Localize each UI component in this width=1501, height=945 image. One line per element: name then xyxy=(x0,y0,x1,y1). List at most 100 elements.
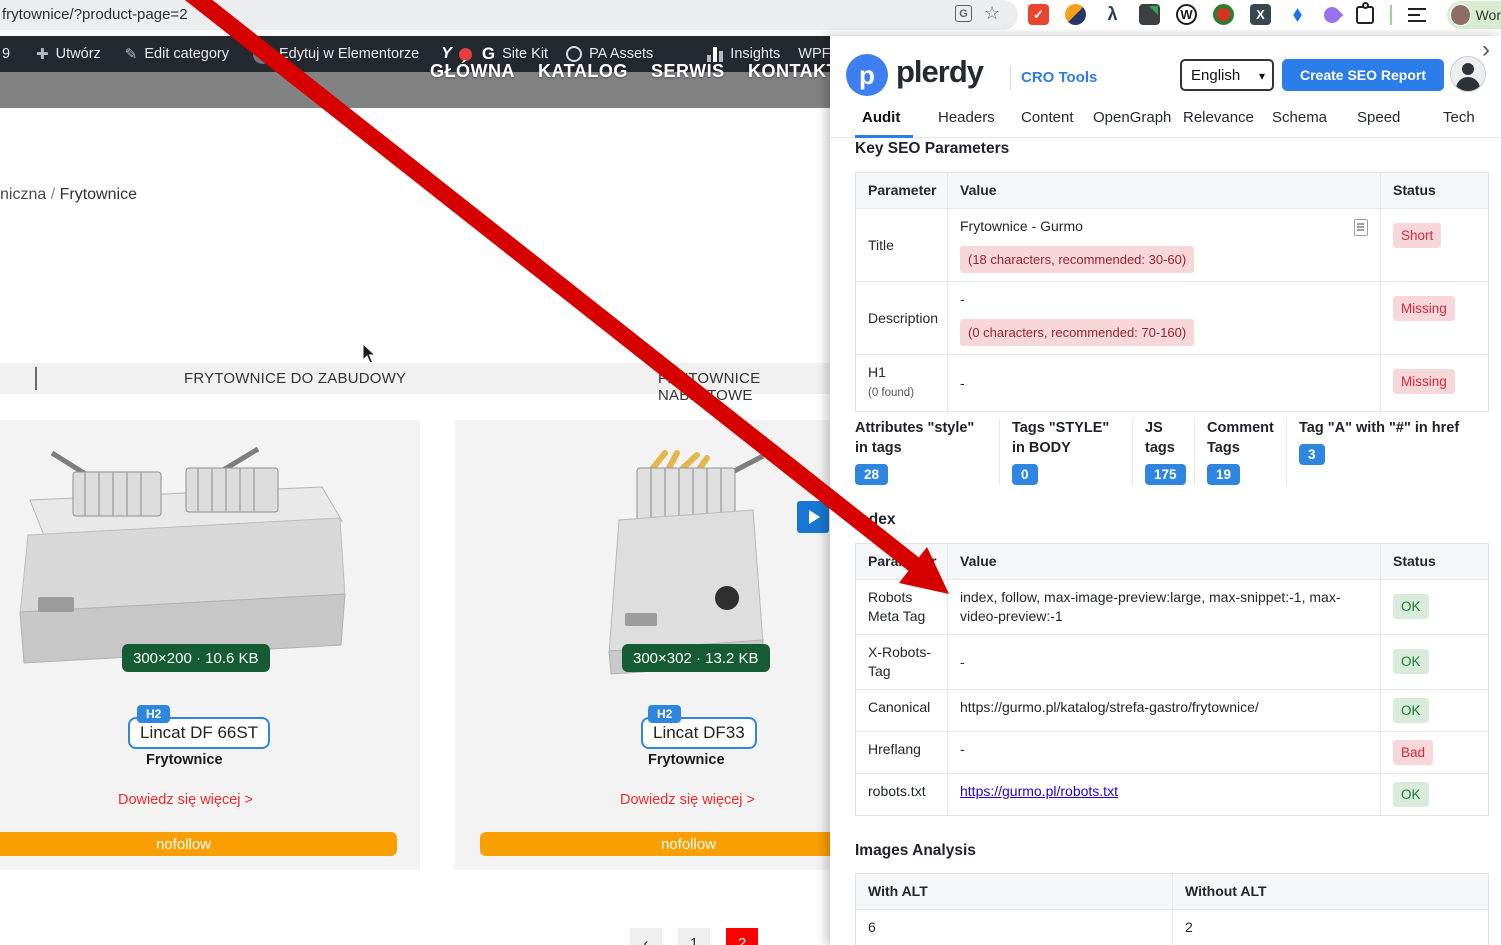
bookmark-star-icon[interactable]: ☆ xyxy=(984,3,1000,24)
address-bar[interactable]: frytownice/?product-page=2 G ☆ xyxy=(0,0,1018,30)
table-row-hreflang: Hreflang - Bad xyxy=(856,731,1488,773)
count-badge: 19 xyxy=(1207,464,1241,485)
table-row-x-robots: X-Robots-Tag - OK xyxy=(856,634,1488,689)
tab-tech[interactable]: Tech xyxy=(1443,109,1475,126)
h2-tag-badge: H2 xyxy=(137,705,171,723)
record-icon[interactable] xyxy=(1213,4,1234,25)
admin-pa-assets[interactable]: PA Assets xyxy=(566,46,653,62)
product-category: Frytownice xyxy=(146,752,223,768)
nav-serwis[interactable]: SERWIS xyxy=(651,61,725,82)
pagination-prev[interactable]: ‹ xyxy=(630,928,662,945)
product-category: Frytownice xyxy=(648,752,725,768)
hreflang-value: - xyxy=(960,741,965,757)
count-badge: 175 xyxy=(1145,464,1186,485)
tab-content[interactable]: Content xyxy=(1021,109,1074,126)
table-header-row: Parameter Value Status xyxy=(856,544,1488,579)
images-analysis-table: With ALT Without ALT 6 2 xyxy=(855,873,1489,945)
admin-insights[interactable]: Insights xyxy=(707,46,780,62)
key-seo-table: Parameter Value Status Title Frytownice … xyxy=(855,172,1489,412)
canonical-value: https://gurmo.pl/katalog/strefa-gastro/f… xyxy=(960,699,1259,715)
droplet-icon[interactable] xyxy=(1320,3,1344,26)
account-avatar[interactable] xyxy=(1450,56,1486,92)
browser-profile[interactable]: Wor xyxy=(1447,1,1501,29)
admin-new-button[interactable]: ✚ Utwórz xyxy=(36,45,101,63)
table-row-alt-counts: 6 2 xyxy=(856,909,1488,945)
tab-headers[interactable]: Headers xyxy=(938,109,995,126)
x-icon[interactable]: X xyxy=(1250,4,1271,25)
table-row-canonical: Canonical https://gurmo.pl/katalog/stref… xyxy=(856,689,1488,731)
notification-dot xyxy=(458,47,472,61)
comments-count[interactable]: 9 xyxy=(2,46,10,62)
admin-edit-category[interactable]: ✎ Edit category xyxy=(125,45,229,63)
without-alt-value: 2 xyxy=(1185,919,1193,935)
tab-audit[interactable]: Audit xyxy=(862,109,900,126)
product-card[interactable]: 300×302 · 13.2 KB H2 Lincat DF33 Frytown… xyxy=(455,420,897,870)
pagination-page-1[interactable]: 1 xyxy=(678,928,710,945)
playlist-icon[interactable] xyxy=(1408,7,1426,22)
pagination-page-2[interactable]: 2 xyxy=(726,928,758,945)
browser-toolbar: frytownice/?product-page=2 G ☆ ✓ λ W X ⬧… xyxy=(0,0,1501,30)
admin-elementor[interactable]: E Edytuj w Elementorze xyxy=(253,44,419,64)
bar-chart-icon xyxy=(707,46,724,62)
panel-collapse-chevron[interactable]: › xyxy=(1482,36,1490,64)
nav-glowna[interactable]: GŁÓWNA xyxy=(430,61,515,82)
nofollow-badge[interactable]: nofollow xyxy=(0,832,397,856)
count-badge: 0 xyxy=(1012,464,1038,485)
chevron-down-icon: ▾ xyxy=(1258,69,1265,83)
status-badge: Bad xyxy=(1393,740,1434,765)
status-badge: Missing xyxy=(1393,296,1455,321)
todoist-icon[interactable]: ✓ xyxy=(1028,4,1049,25)
read-more-link[interactable]: Dowiedz się więcej > xyxy=(118,792,253,808)
swirl-icon[interactable] xyxy=(1065,4,1086,25)
panel-tabs: Audit Headers Content OpenGraph Relevanc… xyxy=(830,104,1501,138)
product-card[interactable]: 300×200 · 10.6 KB H2 Lincat DF 66ST Fryt… xyxy=(0,420,420,870)
pencil-icon: ✎ xyxy=(124,46,138,63)
section-title-index: Index xyxy=(855,511,896,528)
plerdy-seo-panel: › p plerdy CRO Tools English ▾ Create SEO… xyxy=(830,36,1501,945)
tab-frytownice-nablatowe[interactable]: FRYTOWNICE NABLATOWE xyxy=(658,370,830,404)
analytics-icon[interactable]: λ xyxy=(1102,4,1123,25)
screenshot-root: frytownice/?product-page=2 G ☆ ✓ λ W X ⬧… xyxy=(0,0,1501,945)
url-text[interactable]: frytownice/?product-page=2 xyxy=(2,6,188,23)
stat-comment-tags: Comment Tags 19 xyxy=(1194,418,1286,485)
create-seo-report-button[interactable]: Create SEO Report xyxy=(1282,59,1444,91)
wappalyzer-icon[interactable]: W xyxy=(1176,4,1197,25)
plus-icon: ✚ xyxy=(36,46,49,63)
table-row-title: Title Frytownice - Gurmo (18 characters,… xyxy=(856,208,1488,281)
stat-js-tags: JS tags 175 xyxy=(1132,418,1194,485)
extensions-puzzle-icon[interactable] xyxy=(1356,1,1374,24)
language-select[interactable]: English ▾ xyxy=(1180,59,1274,91)
translate-icon[interactable]: G xyxy=(955,5,972,22)
play-button[interactable] xyxy=(797,501,829,533)
table-header-row: With ALT Without ALT xyxy=(856,874,1488,909)
copy-clipboard-icon[interactable] xyxy=(1354,219,1368,236)
h1-found-count: (0 found) xyxy=(868,387,915,399)
brand-name: plerdy xyxy=(896,54,984,89)
table-header-row: Parameter Value Status xyxy=(856,173,1488,208)
tag-icon[interactable]: ⬧ xyxy=(1287,4,1308,25)
section-title-key-seo: Key SEO Parameters xyxy=(855,140,1010,157)
tab-opengraph[interactable]: OpenGraph xyxy=(1093,109,1171,126)
x-robots-value: - xyxy=(960,653,965,670)
mouse-cursor xyxy=(362,343,377,364)
index-table: Parameter Value Status Robots Meta Tag i… xyxy=(855,543,1489,816)
robots-txt-link[interactable]: https://gurmo.pl/robots.txt xyxy=(960,783,1118,799)
category-tabs: FRYTOWNICE DO ZABUDOWY FRYTOWNICE NABLAT… xyxy=(0,363,830,404)
tab-relevance[interactable]: Relevance xyxy=(1183,109,1254,126)
stat-style-attributes: Attributes "style" in tags 28 xyxy=(855,418,999,485)
nav-kontakt[interactable]: KONTAKT xyxy=(748,61,838,82)
read-more-link[interactable]: Dowiedz się więcej > xyxy=(620,792,755,808)
title-value: Frytownice - Gurmo xyxy=(960,218,1083,234)
status-badge: OK xyxy=(1393,594,1429,619)
count-badge: 3 xyxy=(1299,444,1325,465)
folder-icon[interactable] xyxy=(1139,4,1160,25)
length-note: (18 characters, recommended: 30-60) xyxy=(960,246,1195,273)
with-alt-value: 6 xyxy=(856,910,1173,945)
table-row-description: Description - (0 characters, recommended… xyxy=(856,281,1488,354)
brand-subtitle: CRO Tools xyxy=(1021,69,1098,86)
nav-katalog[interactable]: KATALOG xyxy=(538,61,628,82)
count-badge: 28 xyxy=(855,464,889,485)
tab-schema[interactable]: Schema xyxy=(1272,109,1327,126)
tab-frytownice-zabudowy[interactable]: FRYTOWNICE DO ZABUDOWY xyxy=(184,370,406,387)
tab-speed[interactable]: Speed xyxy=(1357,109,1400,126)
